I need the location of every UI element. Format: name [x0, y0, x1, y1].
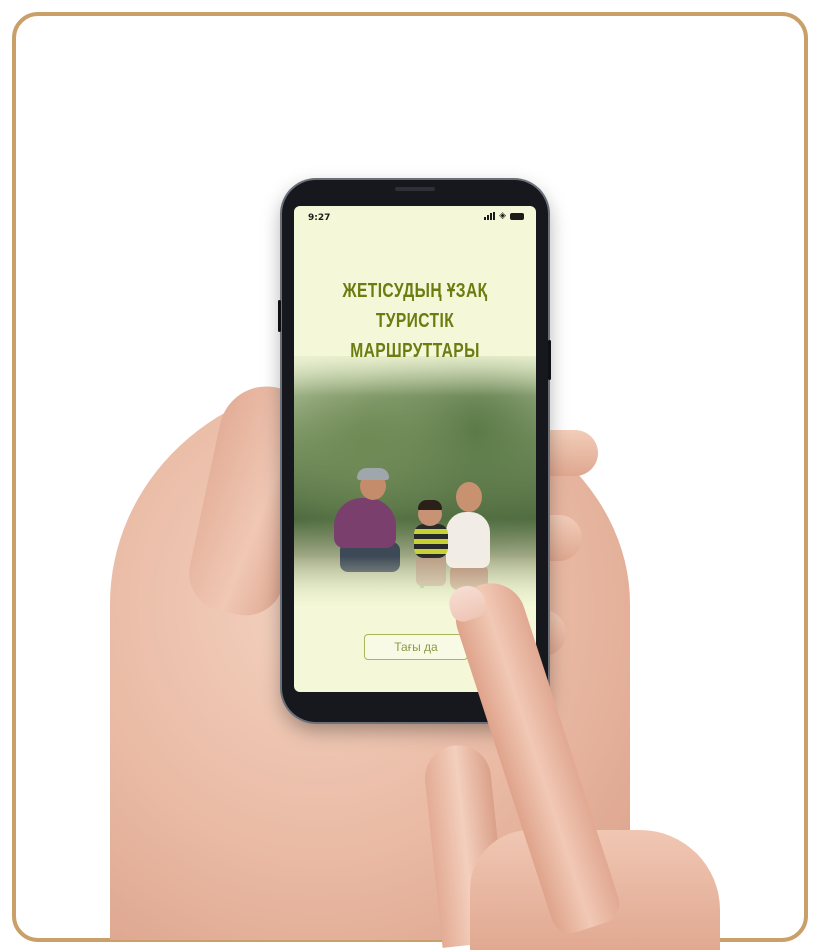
wifi-icon: ◈: [499, 211, 506, 221]
title-line-2: ТУРИСТІК МАРШРУТТАРЫ: [350, 310, 480, 362]
phone-speaker: [395, 187, 435, 191]
volume-button: [278, 300, 281, 332]
title-line-1: ЖЕТІСУДЫҢ ҰЗАҚ: [342, 280, 488, 302]
photo-woman-head: [456, 482, 482, 512]
again-button[interactable]: Тағы да: [364, 634, 468, 660]
signal-icon: [484, 212, 496, 220]
status-icons: ◈: [484, 211, 524, 221]
page-title: ЖЕТІСУДЫҢ ҰЗАҚ ТУРИСТІК МАРШРУТТАРЫ: [321, 276, 510, 366]
photo-man: [334, 498, 396, 548]
status-time: 9:27: [308, 213, 331, 223]
photo-man-hat: [357, 468, 389, 480]
power-button: [548, 340, 551, 380]
photo-child-hair: [418, 500, 442, 510]
photo-child: [414, 524, 448, 558]
battery-icon: [510, 212, 524, 220]
status-bar: 9:27 ◈: [294, 206, 536, 230]
